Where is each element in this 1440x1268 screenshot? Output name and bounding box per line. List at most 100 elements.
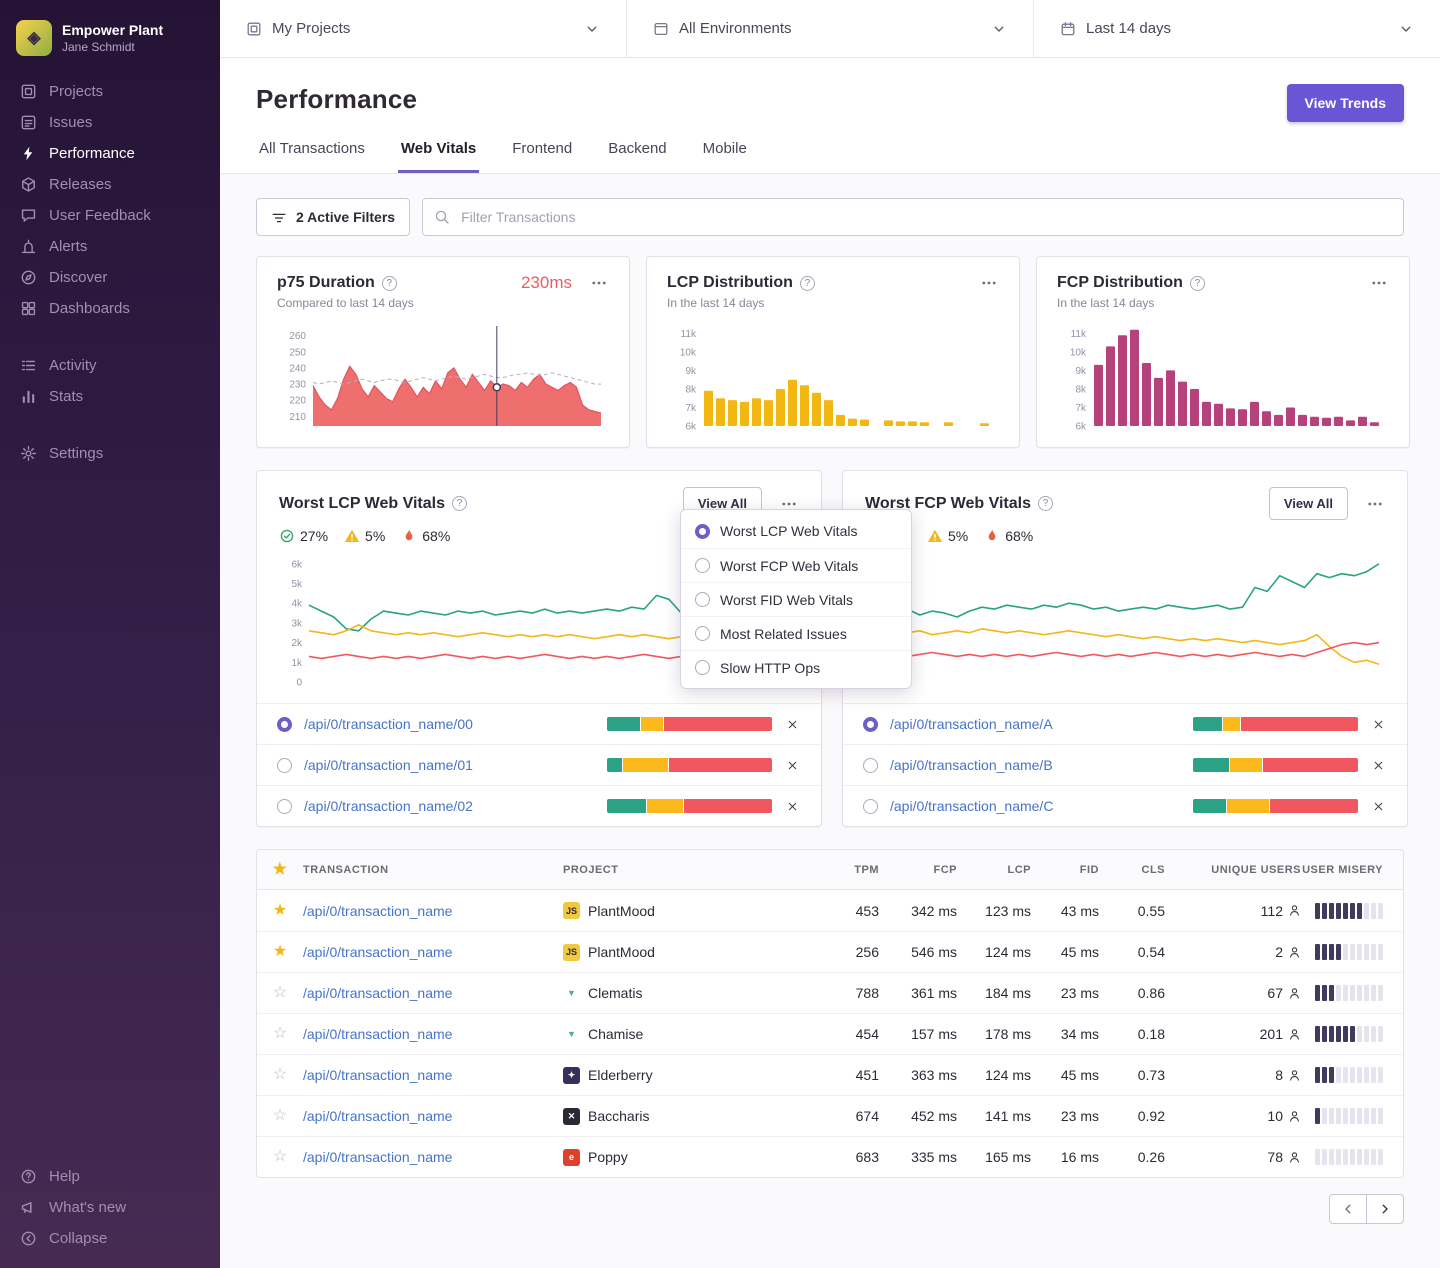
transaction-link[interactable]: /api/0/transaction_name/01 <box>304 757 473 773</box>
help-icon[interactable]: ? <box>800 276 815 291</box>
tab-web-vitals[interactable]: Web Vitals <box>398 140 479 173</box>
star-icon[interactable]: ☆ <box>273 1067 287 1083</box>
transaction-link[interactable]: /api/0/transaction_name/C <box>890 798 1053 814</box>
vital-transaction-row[interactable]: /api/0/transaction_name/A <box>843 703 1407 744</box>
star-icon[interactable]: ☆ <box>273 1149 287 1165</box>
previous-page-button[interactable] <box>1329 1194 1367 1224</box>
date-range-selector[interactable]: Last 14 days <box>1033 0 1440 57</box>
p75-duration-chart[interactable]: 260250240230220210 <box>277 320 609 436</box>
project-cell[interactable]: ▼Chamise <box>563 1026 809 1043</box>
help-icon[interactable]: ? <box>1038 496 1053 511</box>
search-input[interactable] <box>422 198 1404 236</box>
next-page-button[interactable] <box>1366 1194 1404 1224</box>
close-button[interactable] <box>784 757 801 774</box>
close-button[interactable] <box>1370 716 1387 733</box>
sidebar-item-activity[interactable]: Activity <box>0 350 220 381</box>
table-row[interactable]: ☆/api/0/transaction_name✦Elderberry45136… <box>257 1054 1403 1095</box>
org-switcher[interactable]: ◈ Empower Plant Jane Schmidt <box>0 14 220 76</box>
transaction-link[interactable]: /api/0/transaction_name <box>303 985 452 1001</box>
radio-icon[interactable] <box>277 799 292 814</box>
radio-icon[interactable] <box>277 717 292 732</box>
view-all-button[interactable]: View All <box>1269 487 1348 520</box>
vital-transaction-row[interactable]: /api/0/transaction_name/00 <box>257 703 821 744</box>
close-button[interactable] <box>1370 798 1387 815</box>
star-icon[interactable]: ☆ <box>273 1026 287 1042</box>
sidebar-item-discover[interactable]: Discover <box>0 262 220 293</box>
table-row[interactable]: ★/api/0/transaction_nameJSPlantMood25654… <box>257 931 1403 972</box>
radio-icon[interactable] <box>863 799 878 814</box>
help-icon[interactable]: ? <box>1190 276 1205 291</box>
menu-item-slow-http-ops[interactable]: Slow HTTP Ops <box>681 650 911 684</box>
menu-item-worst-fid-web-vitals[interactable]: Worst FID Web Vitals <box>681 582 911 616</box>
tab-backend[interactable]: Backend <box>605 140 669 173</box>
sidebar-item-stats[interactable]: Stats <box>0 381 220 412</box>
table-row[interactable]: ☆/api/0/transaction_name▼Chamise454157 m… <box>257 1013 1403 1054</box>
vital-transaction-row[interactable]: /api/0/transaction_name/02 <box>257 785 821 826</box>
sidebar-item-alerts[interactable]: Alerts <box>0 231 220 262</box>
sidebar-item-collapse[interactable]: Collapse <box>0 1223 220 1254</box>
project-cell[interactable]: ▼Clematis <box>563 985 809 1002</box>
close-button[interactable] <box>784 716 801 733</box>
transaction-link[interactable]: /api/0/transaction_name <box>303 944 452 960</box>
transaction-link[interactable]: /api/0/transaction_name/A <box>890 716 1053 732</box>
star-icon[interactable]: ★ <box>273 903 287 919</box>
transaction-link[interactable]: /api/0/transaction_name <box>303 1108 452 1124</box>
radio-icon[interactable] <box>277 758 292 773</box>
project-cell[interactable]: JSPlantMood <box>563 944 809 961</box>
sidebar-item-issues[interactable]: Issues <box>0 107 220 138</box>
radio-icon[interactable] <box>863 758 878 773</box>
transaction-link[interactable]: /api/0/transaction_name/02 <box>304 798 473 814</box>
fcp-distribution-chart[interactable]: 11k10k9k8k7k6k <box>1057 320 1389 436</box>
summary-charts-row: p75 Duration ? 230ms Compared to last 14… <box>256 256 1404 448</box>
help-icon[interactable]: ? <box>452 496 467 511</box>
table-row[interactable]: ☆/api/0/transaction_nameePoppy683335 ms1… <box>257 1136 1403 1177</box>
star-icon[interactable]: ☆ <box>273 985 287 1001</box>
project-cell[interactable]: ✕Baccharis <box>563 1108 809 1125</box>
more-options-icon[interactable] <box>589 273 609 293</box>
active-filters-button[interactable]: 2 Active Filters <box>256 198 410 236</box>
star-icon[interactable]: ★ <box>273 944 287 960</box>
tab-all-transactions[interactable]: All Transactions <box>256 140 368 173</box>
tab-mobile[interactable]: Mobile <box>700 140 750 173</box>
menu-item-worst-fcp-web-vitals[interactable]: Worst FCP Web Vitals <box>681 548 911 582</box>
project-cell[interactable]: JSPlantMood <box>563 902 809 919</box>
star-icon[interactable]: ☆ <box>273 1108 287 1124</box>
project-cell[interactable]: ePoppy <box>563 1149 809 1166</box>
table-row[interactable]: ★/api/0/transaction_nameJSPlantMood45334… <box>257 890 1403 931</box>
sidebar-item-help[interactable]: Help <box>0 1161 220 1192</box>
project-cell[interactable]: ✦Elderberry <box>563 1067 809 1084</box>
table-row[interactable]: ☆/api/0/transaction_name✕Baccharis674452… <box>257 1095 1403 1136</box>
menu-item-most-related-issues[interactable]: Most Related Issues <box>681 616 911 650</box>
transaction-link[interactable]: /api/0/transaction_name <box>303 903 452 919</box>
sidebar-item-releases[interactable]: Releases <box>0 169 220 200</box>
transaction-link[interactable]: /api/0/transaction_name <box>303 1149 452 1165</box>
vital-transaction-row[interactable]: /api/0/transaction_name/B <box>843 744 1407 785</box>
transaction-link[interactable]: /api/0/transaction_name <box>303 1026 452 1042</box>
help-icon[interactable]: ? <box>382 276 397 291</box>
transaction-link[interactable]: /api/0/transaction_name/00 <box>304 716 473 732</box>
table-row[interactable]: ☆/api/0/transaction_name▼Clematis788361 … <box>257 972 1403 1013</box>
sidebar-item-projects[interactable]: Projects <box>0 76 220 107</box>
transaction-link[interactable]: /api/0/transaction_name <box>303 1067 452 1083</box>
more-options-icon[interactable] <box>1369 273 1389 293</box>
vital-transaction-row[interactable]: /api/0/transaction_name/01 <box>257 744 821 785</box>
sidebar-item-settings[interactable]: Settings <box>0 438 220 469</box>
view-trends-button[interactable]: View Trends <box>1287 84 1404 122</box>
sidebar-item-user-feedback[interactable]: User Feedback <box>0 200 220 231</box>
close-button[interactable] <box>784 798 801 815</box>
more-options-icon[interactable] <box>979 273 999 293</box>
tab-frontend[interactable]: Frontend <box>509 140 575 173</box>
sidebar-item-performance[interactable]: Performance <box>0 138 220 169</box>
worst-fcp-chart[interactable]: 6k5k4k3k2k1k0 <box>865 546 1385 696</box>
environment-selector[interactable]: All Environments <box>626 0 1033 57</box>
lcp-distribution-chart[interactable]: 11k10k9k8k7k6k <box>667 320 999 436</box>
more-options-icon[interactable] <box>1365 494 1385 514</box>
transaction-link[interactable]: /api/0/transaction_name/B <box>890 757 1053 773</box>
close-button[interactable] <box>1370 757 1387 774</box>
radio-icon[interactable] <box>863 717 878 732</box>
sidebar-item-dashboards[interactable]: Dashboards <box>0 293 220 324</box>
sidebar-item-what-s-new[interactable]: What's new <box>0 1192 220 1223</box>
vital-transaction-row[interactable]: /api/0/transaction_name/C <box>843 785 1407 826</box>
menu-item-worst-lcp-web-vitals[interactable]: Worst LCP Web Vitals <box>681 514 911 548</box>
project-selector[interactable]: My Projects <box>220 0 626 57</box>
